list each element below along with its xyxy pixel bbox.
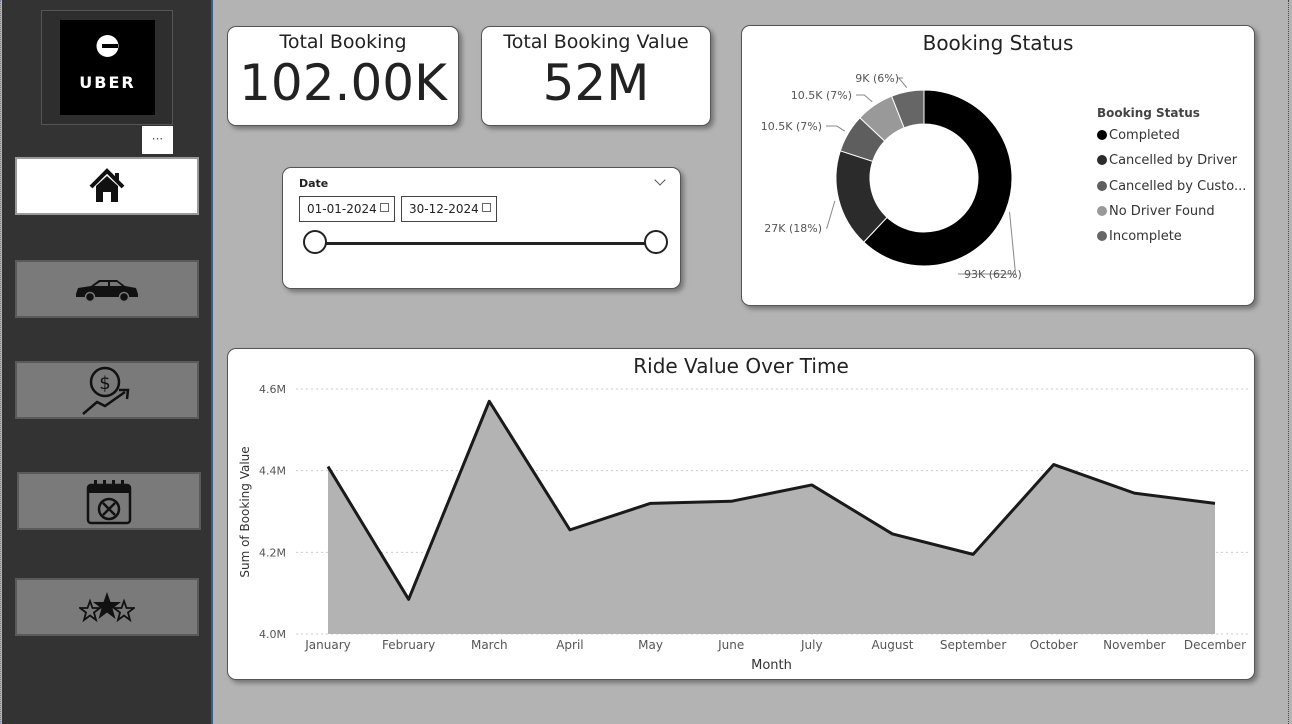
legend-dot [1097,130,1107,140]
uber-logo-mark-icon [96,35,119,57]
y-axis-label: Sum of Booking Value [238,446,252,577]
sidebar: UBER ··· $ [2,0,213,724]
donut-leader-line [826,125,846,132]
slider-end-handle[interactable] [644,230,668,254]
more-options-button[interactable]: ··· [142,126,173,154]
end-date-value: 30-12-2024 [409,202,479,216]
area-fill [328,401,1215,634]
calendar-icon[interactable] [380,203,389,212]
x-tick-label: June [717,638,744,652]
end-date-input[interactable]: 30-12-2024 [401,196,497,222]
x-tick-label: February [382,638,435,652]
booking-status-donut-chart: 93K (62%)27K (18%)10.5K (7%)10.5K (7%)9K… [761,72,1022,281]
date-slicer-title: Date [299,177,329,190]
legend-item-cancelled-by-customer[interactable]: Cancelled by Custo... [1097,179,1246,194]
kpi-total-booking-value-card: Total Booking Value 52M [481,26,711,126]
kpi-total-booking-value-label: Total Booking Value [503,31,689,53]
nav-home-button[interactable] [15,157,199,215]
donut-data-label: 10.5K (7%) [761,120,822,133]
nav-ratings-button[interactable] [15,578,199,636]
legend-label: Cancelled by Driver [1109,153,1238,168]
legend-dot [1097,206,1107,216]
x-tick-label: May [638,638,663,652]
x-tick-label: December [1184,638,1246,652]
nav-revenue-button[interactable]: $ [15,361,199,419]
legend-label: No Driver Found [1109,204,1215,219]
legend-item-no-driver-found[interactable]: No Driver Found [1097,204,1215,219]
donut-leader-line [856,94,873,103]
legend-dot [1097,181,1107,191]
x-tick-label: January [304,638,351,652]
car-icon [76,280,138,303]
legend-dot [1097,231,1107,241]
y-tick-label: 4.6M [259,383,286,396]
donut-data-label: 27K (18%) [764,222,822,235]
logo-container: UBER [41,10,173,125]
x-tick-label: August [871,638,913,652]
ride-value-area-chart: 4.0M 4.2M 4.4M 4.6M January February March Apri… [238,383,1248,673]
y-tick-label: 4.4M [259,465,286,478]
calendar-cancel-icon [86,480,132,525]
legend-item-incomplete[interactable]: Incomplete [1097,229,1182,244]
uber-logo: UBER [60,20,155,115]
start-date-input[interactable]: 01-01-2024 [299,196,395,222]
x-tick-label: July [800,638,823,652]
legend-label: Incomplete [1109,229,1182,244]
donut-leader-line [897,77,908,88]
date-range-slider-track[interactable] [313,242,658,245]
donut-data-label: 9K (6%) [855,72,899,85]
y-tick-label: 4.0M [259,628,286,641]
booking-status-card: Booking Status 93K (62%) 27K (18%) 10.5K (… [741,25,1255,306]
calendar-icon[interactable] [482,203,491,212]
nav-rides-button[interactable] [15,260,199,318]
kpi-total-booking-card: Total Booking 102.00K [227,26,459,126]
legend-item-completed[interactable]: Completed [1097,128,1180,143]
kpi-total-booking-label: Total Booking [279,31,407,53]
x-tick-label: April [556,638,583,652]
start-date-value: 01-01-2024 [307,202,377,216]
home-icon [89,168,125,202]
x-axis-label: Month [751,658,792,673]
x-tick-label: March [471,638,508,652]
legend-label: Completed [1109,128,1180,143]
y-tick-label: 4.2M [259,546,286,559]
legend-dot [1097,155,1107,165]
kpi-total-booking-value-value: 52M [542,54,650,112]
logo-text: UBER [79,73,136,92]
donut-data-label: 93K (62%) [964,268,1022,281]
svg-text:$: $ [99,373,110,394]
revenue-growth-icon: $ [82,366,130,415]
date-slicer: Date 01-01-2024 30-12-2024 [282,167,681,289]
frame-border-right [1288,0,1290,724]
legend-title: Booking Status [1097,106,1200,120]
legend-label: Cancelled by Custo... [1109,179,1247,194]
donut-leader-line [826,200,836,229]
slider-start-handle[interactable] [303,230,327,254]
nav-cancellations-button[interactable] [17,472,201,530]
x-tick-label: September [940,638,1006,652]
ride-value-card: Ride Value Over Time 4.0M 4.2M 4.4M 4.6M Jan… [227,348,1255,680]
donut-data-label: 10.5K (7%) [791,89,852,102]
star-rating-icon [79,592,135,623]
kpi-total-booking-value: 102.00K [239,54,447,112]
x-tick-label: October [1030,638,1078,652]
legend-item-cancelled-by-driver[interactable]: Cancelled by Driver [1097,153,1237,168]
x-tick-label: November [1103,638,1165,652]
chevron-down-icon[interactable] [654,174,666,186]
